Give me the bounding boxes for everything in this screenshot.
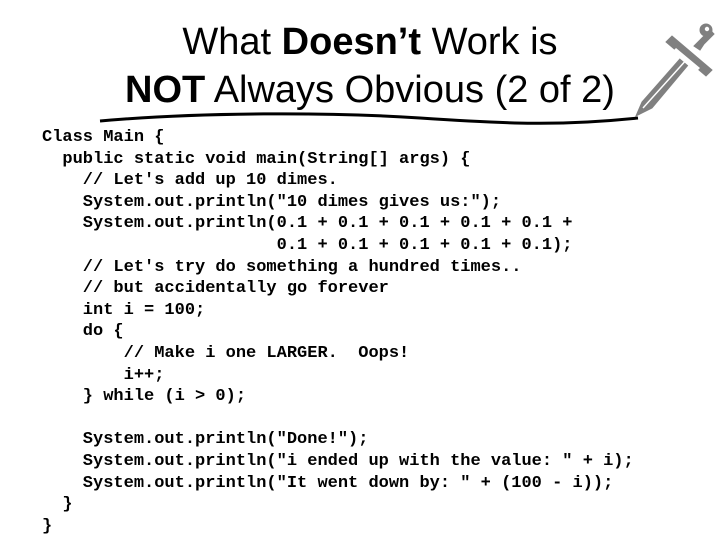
code-line: Class Main {: [42, 128, 165, 147]
code-line: int i = 100;: [42, 300, 206, 320]
code-line: } while (i > 0);: [42, 387, 247, 407]
code-line: // Make i one LARGER. Oops!: [42, 343, 410, 363]
code-line: 0.1 + 0.1 + 0.1 + 0.1 + 0.1);: [42, 235, 573, 255]
code-line: // Let's add up 10 dimes.: [42, 171, 338, 191]
code-line: i++;: [42, 365, 165, 385]
code-block: Class Main { public static void main(Str…: [42, 127, 634, 537]
sword-icon: [635, 23, 715, 118]
code-line: do {: [42, 322, 124, 342]
code-line: System.out.println("i ended up with the …: [42, 451, 634, 471]
code-line: }: [42, 495, 73, 515]
code-line: // Let's try do something a hundred time…: [42, 257, 522, 277]
code-line: public static void main(String[] args) {: [42, 149, 471, 169]
code-line: // but accidentally go forever: [42, 279, 389, 299]
title-underline: [99, 112, 639, 125]
code-line: System.out.println("Done!");: [42, 430, 369, 450]
code-line: System.out.println("It went down by: " +…: [42, 473, 614, 493]
code-line: }: [42, 516, 53, 536]
code-line: System.out.println("10 dimes gives us:")…: [42, 192, 502, 212]
code-line: System.out.println(0.1 + 0.1 + 0.1 + 0.1…: [42, 214, 573, 234]
